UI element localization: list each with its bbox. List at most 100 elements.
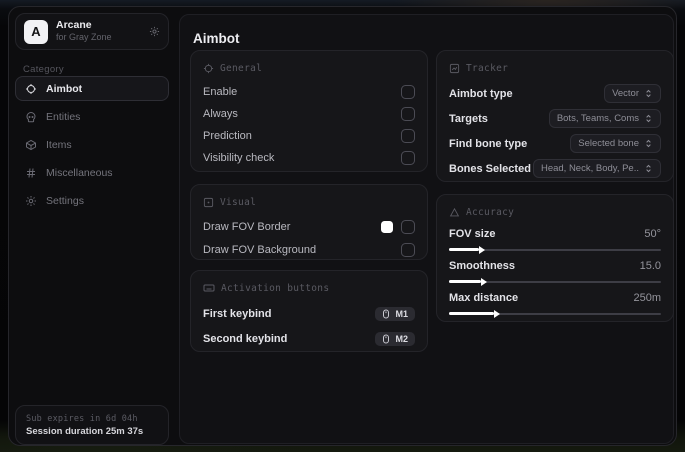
setting-row-aimbot-type: Aimbot type Vector bbox=[449, 81, 661, 106]
keyboard-icon bbox=[203, 282, 215, 294]
setting-row-draw-fov-background: Draw FOV Background bbox=[203, 238, 415, 261]
app-window: A Arcane for Gray Zone Category Aimbot E… bbox=[8, 6, 677, 446]
session-duration-text: Session duration 25m 37s bbox=[26, 425, 144, 437]
sidebar-item-label: Aimbot bbox=[46, 82, 83, 95]
mouse-icon bbox=[381, 309, 391, 319]
activation-header: Activation buttons bbox=[203, 281, 415, 295]
slider-fill-thumb[interactable] bbox=[449, 245, 485, 254]
main-panel: Aimbot General Enable Always Prediction … bbox=[179, 14, 674, 444]
general-header: General bbox=[203, 61, 415, 75]
smoothness-setting: Smoothness 15.0 bbox=[449, 257, 661, 286]
slider-fill-thumb[interactable] bbox=[449, 277, 487, 286]
setting-label: Always bbox=[203, 108, 238, 120]
section-title: Activation buttons bbox=[221, 282, 330, 294]
chevrons-up-down-icon bbox=[644, 89, 653, 98]
keybind-value: M1 bbox=[395, 308, 408, 319]
dropdown-value: Head, Neck, Body, Pe.. bbox=[540, 163, 639, 174]
setting-label: First keybind bbox=[203, 307, 272, 320]
sidebar-item-label: Entities bbox=[46, 110, 81, 123]
prediction-checkbox[interactable] bbox=[401, 129, 415, 143]
sub-expires-text: Sub expires in 6d 04h bbox=[26, 413, 138, 424]
setting-label: Second keybind bbox=[203, 332, 288, 345]
activation-buttons-card: Activation buttons First keybind M1 Seco… bbox=[190, 270, 428, 352]
setting-label: FOV size bbox=[449, 228, 496, 240]
app-subtitle: for Gray Zone bbox=[56, 32, 112, 43]
chevrons-up-down-icon bbox=[644, 139, 653, 148]
enable-checkbox[interactable] bbox=[401, 85, 415, 99]
accuracy-card: Accuracy FOV size 50° Smoothness 15.0 Ma… bbox=[436, 194, 674, 322]
section-title: Tracker bbox=[466, 62, 509, 74]
sidebar-item-label: Items bbox=[46, 138, 72, 151]
second-keybind-button[interactable]: M2 bbox=[375, 331, 415, 346]
desktop-background: { "app": { "logo_letter": "A", "name": "… bbox=[0, 0, 685, 452]
tracker-chart-icon bbox=[449, 63, 460, 74]
sidebar-nav: Aimbot Entities Items Miscellaneous Sett… bbox=[15, 76, 169, 216]
setting-row-first-keybind: First keybind M1 bbox=[203, 301, 415, 326]
setting-label: Find bone type bbox=[449, 137, 528, 150]
slider-head: FOV size 50° bbox=[449, 225, 661, 243]
general-card: General Enable Always Prediction Visibil… bbox=[190, 50, 428, 172]
max-distance-value: 250m bbox=[633, 292, 661, 304]
visibility-check-checkbox[interactable] bbox=[401, 151, 415, 165]
section-title: General bbox=[220, 62, 263, 74]
dropdown-value: Selected bone bbox=[578, 138, 639, 149]
crosshair-icon bbox=[25, 83, 37, 95]
slider-head: Max distance 250m bbox=[449, 289, 661, 307]
sidebar-item-miscellaneous[interactable]: Miscellaneous bbox=[15, 160, 169, 185]
setting-label: Smoothness bbox=[449, 260, 516, 272]
sidebar-item-settings[interactable]: Settings bbox=[15, 188, 169, 213]
accuracy-header: Accuracy bbox=[449, 205, 661, 219]
always-checkbox[interactable] bbox=[401, 107, 415, 121]
setting-label: Enable bbox=[203, 86, 238, 98]
category-label: Category bbox=[23, 64, 64, 75]
hash-icon bbox=[25, 167, 37, 179]
dropdown-value: Bots, Teams, Coms bbox=[556, 113, 639, 124]
draw-fov-border-checkbox[interactable] bbox=[401, 219, 415, 234]
setting-label: Max distance bbox=[449, 292, 519, 304]
aimbot-type-dropdown[interactable]: Vector bbox=[604, 84, 661, 103]
max-distance-slider[interactable] bbox=[449, 309, 661, 318]
fov-border-color-swatch[interactable] bbox=[381, 220, 393, 233]
setting-label: Prediction bbox=[203, 130, 252, 142]
subscription-status-card: Sub expires in 6d 04h Session duration 2… bbox=[15, 405, 169, 445]
dropdown-value: Vector bbox=[612, 88, 639, 99]
crosshair-icon bbox=[203, 63, 214, 74]
tracker-card: Tracker Aimbot type Vector Targets Bots,… bbox=[436, 50, 674, 182]
setting-label: Draw FOV Background bbox=[203, 243, 317, 256]
smoothness-slider[interactable] bbox=[449, 277, 661, 286]
fov-size-slider[interactable] bbox=[449, 245, 661, 254]
bones-selected-dropdown[interactable]: Head, Neck, Body, Pe.. bbox=[532, 159, 661, 178]
setting-row-targets: Targets Bots, Teams, Coms bbox=[449, 106, 661, 131]
slider-head: Smoothness 15.0 bbox=[449, 257, 661, 275]
mouse-icon bbox=[381, 334, 391, 344]
setting-row-second-keybind: Second keybind M2 bbox=[203, 326, 415, 351]
targets-dropdown[interactable]: Bots, Teams, Coms bbox=[548, 109, 661, 128]
setting-row-visibility-check: Visibility check bbox=[203, 147, 415, 169]
slider-fill-thumb[interactable] bbox=[449, 309, 499, 318]
settings-gear-icon[interactable] bbox=[149, 26, 160, 37]
setting-label: Aimbot type bbox=[449, 87, 513, 100]
visual-header: Visual bbox=[203, 195, 415, 209]
setting-label: Targets bbox=[449, 112, 488, 125]
setting-row-bones-selected: Bones Selected Head, Neck, Body, Pe.. bbox=[449, 156, 661, 181]
sidebar-item-aimbot[interactable]: Aimbot bbox=[15, 76, 169, 101]
page-title: Aimbot bbox=[193, 31, 240, 46]
brand-text: Arcane for Gray Zone bbox=[56, 19, 141, 43]
fov-size-value: 50° bbox=[644, 228, 661, 240]
setting-row-prediction: Prediction bbox=[203, 125, 415, 147]
fov-size-setting: FOV size 50° bbox=[449, 225, 661, 254]
draw-fov-background-checkbox[interactable] bbox=[401, 242, 415, 257]
app-name: Arcane bbox=[56, 19, 92, 32]
setting-label: Bones Selected bbox=[449, 162, 531, 175]
sidebar-item-entities[interactable]: Entities bbox=[15, 104, 169, 129]
controls-group bbox=[381, 219, 415, 234]
first-keybind-button[interactable]: M1 bbox=[375, 306, 415, 321]
sidebar-item-items[interactable]: Items bbox=[15, 132, 169, 157]
triangle-icon bbox=[449, 207, 460, 218]
visual-card: Visual Draw FOV Border Draw FOV Backgrou… bbox=[190, 184, 428, 260]
skull-icon bbox=[25, 111, 37, 123]
find-bone-type-dropdown[interactable]: Selected bone bbox=[570, 134, 661, 153]
sidebar-item-label: Settings bbox=[46, 194, 84, 207]
setting-label: Visibility check bbox=[203, 152, 275, 164]
smoothness-value: 15.0 bbox=[639, 260, 661, 272]
